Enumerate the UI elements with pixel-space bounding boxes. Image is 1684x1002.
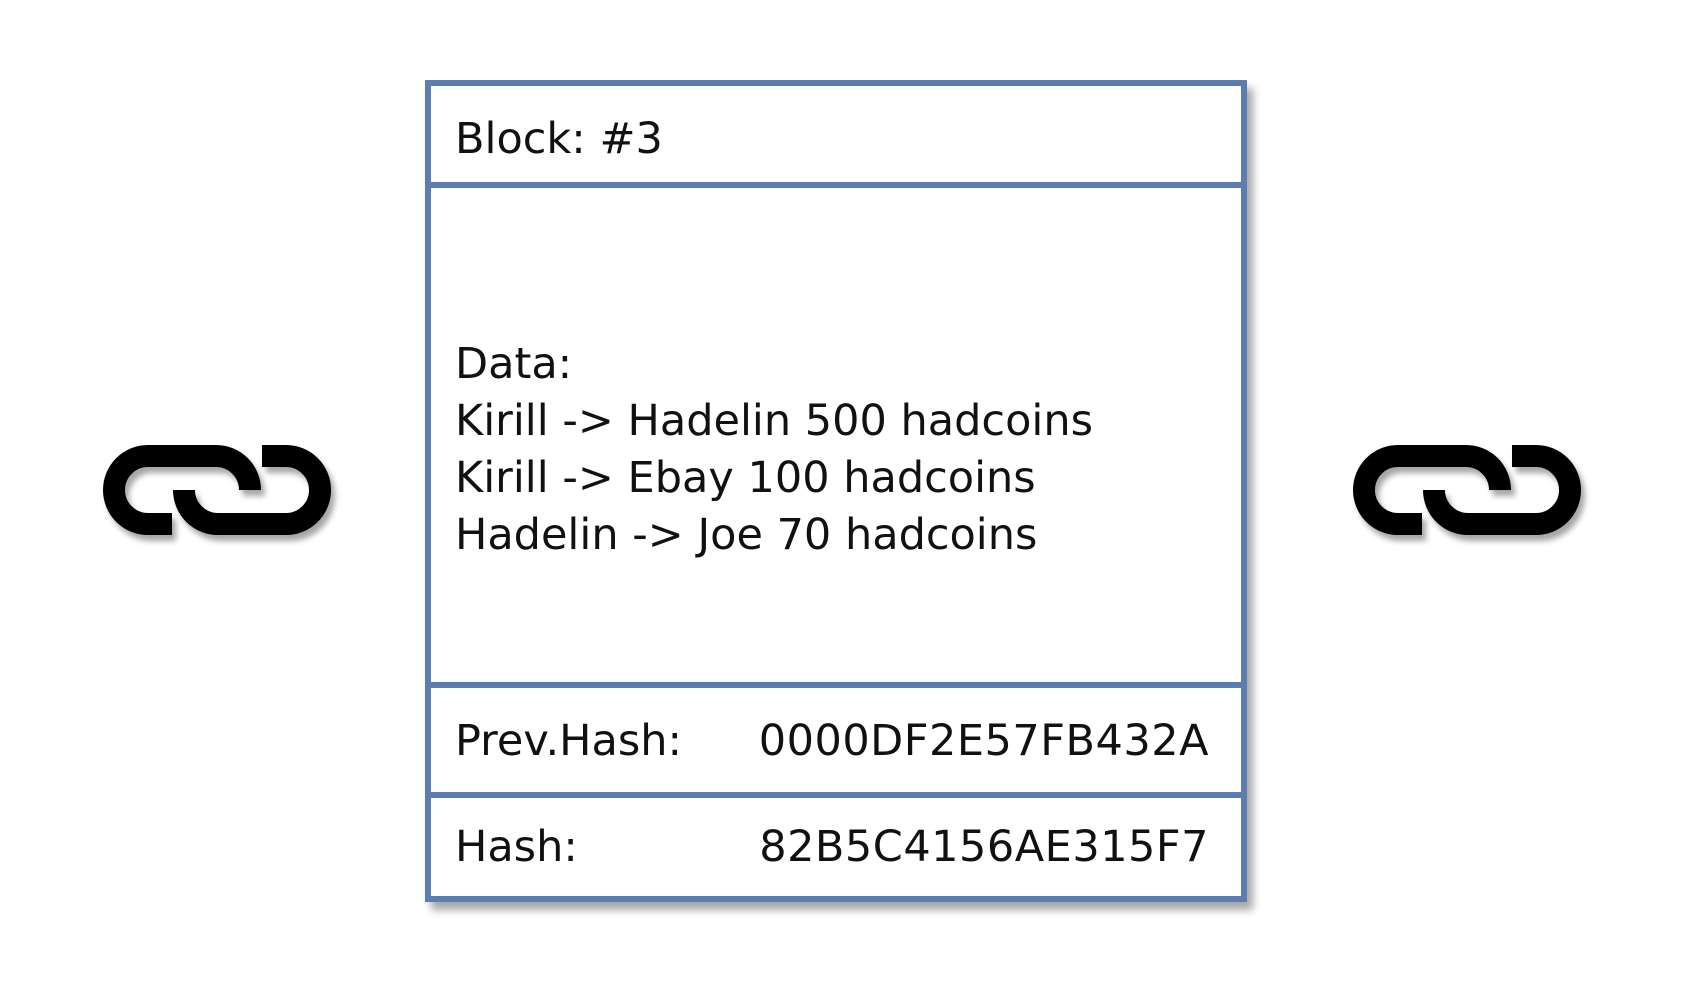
block-data-section: Data: Kirill -> Hadelin 500 hadcoins Kir… bbox=[431, 188, 1241, 688]
data-label: Data: bbox=[455, 339, 573, 389]
hash-section: Hash: 82B5C4156AE315F7 bbox=[431, 798, 1241, 896]
blockchain-block: Block: #3 Data: Kirill -> Hadelin 500 ha… bbox=[425, 80, 1247, 902]
block-data: Data: Kirill -> Hadelin 500 hadcoins Kir… bbox=[455, 336, 1093, 564]
transaction-line: Hadelin -> Joe 70 hadcoins bbox=[455, 510, 1038, 560]
prev-hash-section: Prev.Hash: 0000DF2E57FB432A bbox=[431, 688, 1241, 798]
prev-hash-label: Prev.Hash: bbox=[455, 716, 682, 766]
chain-link-icon bbox=[92, 440, 342, 550]
hash-label: Hash: bbox=[455, 822, 578, 872]
transaction-line: Kirill -> Hadelin 500 hadcoins bbox=[455, 396, 1093, 446]
hash-value: 82B5C4156AE315F7 bbox=[759, 822, 1209, 872]
chain-link-icon bbox=[1342, 440, 1592, 550]
block-title: Block: #3 bbox=[455, 114, 663, 164]
transaction-line: Kirill -> Ebay 100 hadcoins bbox=[455, 453, 1036, 503]
prev-hash-value: 0000DF2E57FB432A bbox=[758, 716, 1209, 766]
block-header: Block: #3 bbox=[431, 86, 1241, 188]
